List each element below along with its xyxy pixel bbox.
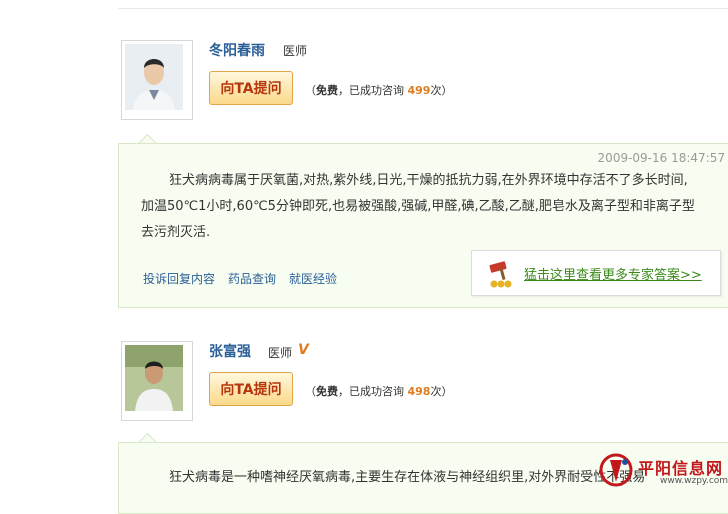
drug-query-link[interactable]: 药品查询 bbox=[228, 272, 276, 286]
consult-stats: （免费，已成功咨询 498次） bbox=[305, 385, 453, 398]
consult-count: 499 bbox=[407, 84, 431, 97]
site-logo-icon bbox=[599, 453, 633, 487]
medical-experience-link[interactable]: 就医经验 bbox=[289, 272, 337, 286]
doctor-name[interactable]: 张富强 bbox=[209, 341, 251, 361]
answer-text: 狂犬病病毒属于厌氧菌,对热,紫外线,日光,干燥的抵抗力弱,在外界环境中存活不了多… bbox=[141, 173, 695, 240]
doctor-role: 医师 bbox=[283, 44, 308, 58]
doctor-avatar[interactable] bbox=[121, 40, 193, 120]
doctor-name[interactable]: 冬阳春雨 bbox=[209, 40, 265, 60]
ask-doctor-button[interactable]: 向TA提问 bbox=[209, 71, 293, 105]
consult-stats: （免费，已成功咨询 499次） bbox=[305, 84, 453, 97]
site-watermark: 平阳信息网 www.wzpy.com bbox=[598, 452, 728, 493]
doctor-photo-icon bbox=[125, 345, 183, 411]
doctor-role: 医师 bbox=[268, 346, 293, 360]
doctor-avatar[interactable] bbox=[121, 341, 193, 421]
gavel-icon bbox=[489, 261, 512, 288]
consult-count: 498 bbox=[407, 385, 431, 398]
complain-link[interactable]: 投诉回复内容 bbox=[143, 272, 215, 286]
answer-links: 投诉回复内容 药品查询 就医经验 bbox=[143, 270, 350, 287]
more-answers-link[interactable]: 猛击这里查看更多专家答案>> bbox=[524, 264, 702, 283]
more-answers-box[interactable]: 猛击这里查看更多专家答案>> bbox=[471, 250, 721, 296]
watermark-url: www.wzpy.com bbox=[660, 476, 728, 486]
answer-date: 2009-09-16 18:47:57 bbox=[597, 151, 725, 165]
ask-doctor-button[interactable]: 向TA提问 bbox=[209, 372, 293, 406]
answer-box-1: 2009-09-16 18:47:57 狂犬病病毒属于厌氧菌,对热,紫外线,日光… bbox=[118, 143, 728, 308]
doctor-photo-icon bbox=[125, 44, 183, 110]
verified-v-icon: V bbox=[298, 342, 309, 358]
top-divider bbox=[118, 8, 728, 9]
